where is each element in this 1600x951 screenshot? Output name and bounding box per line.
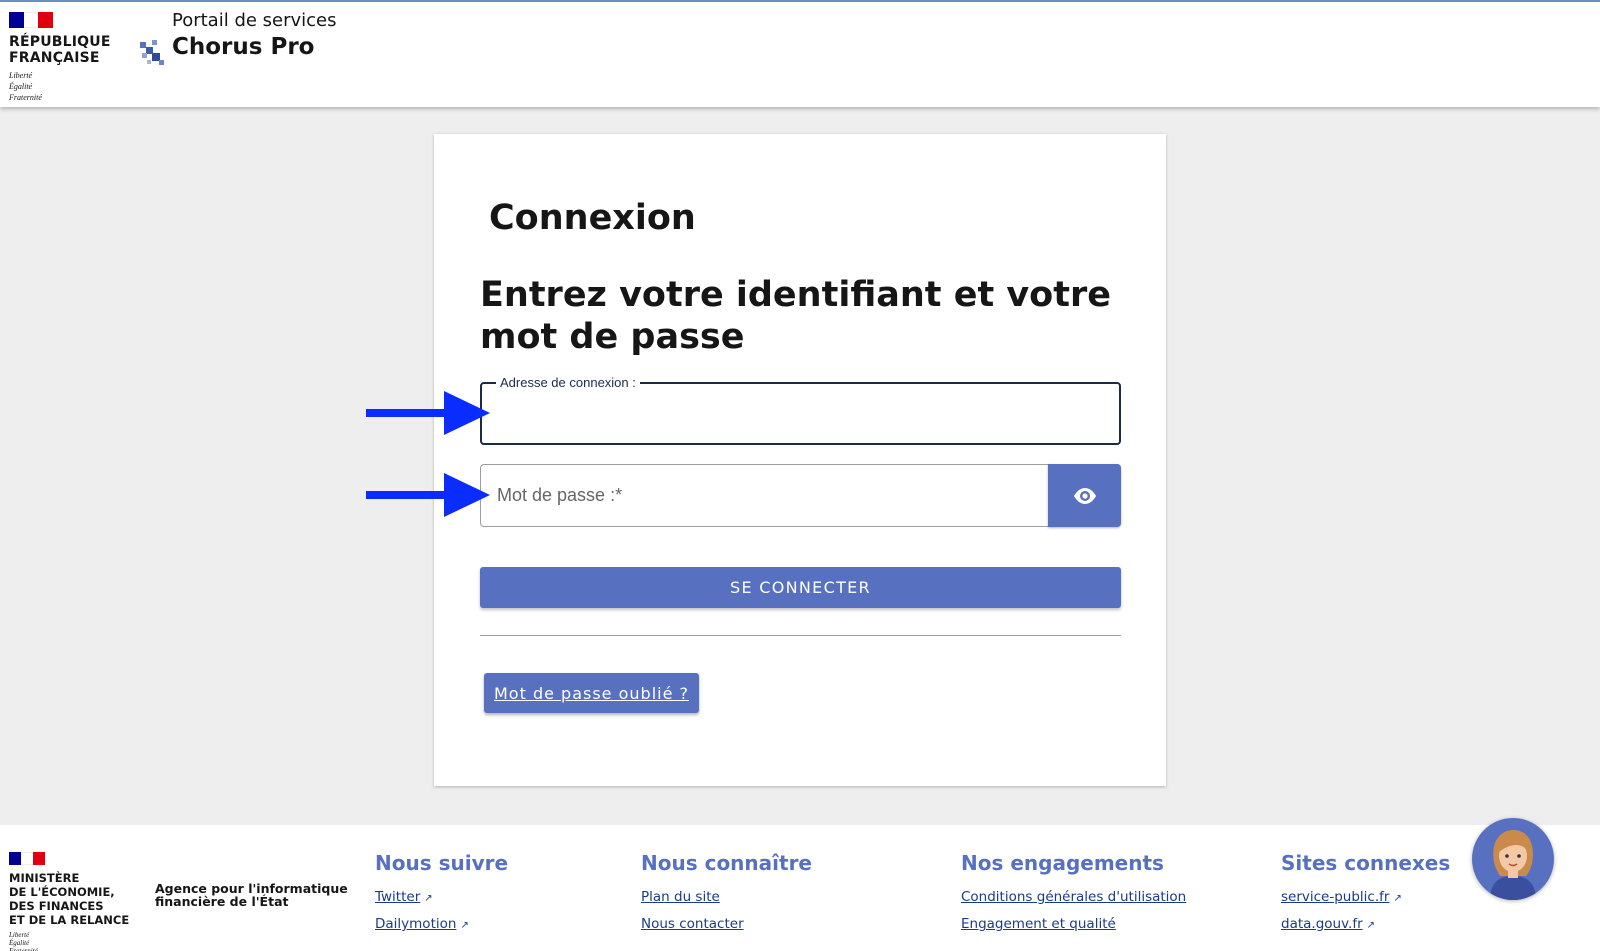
arrow-right-icon — [366, 391, 490, 435]
portal-subtitle: Portail de services — [172, 10, 337, 31]
login-address-field[interactable]: Adresse de connexion : — [480, 375, 1121, 445]
external-link-icon: ↗ — [1366, 920, 1376, 931]
external-link-icon: ↗ — [424, 893, 433, 904]
eye-icon — [1073, 487, 1096, 504]
forgot-password-button[interactable]: Mot de passe oublié ? — [484, 673, 699, 713]
login-card: Connexion Entrez votre identifiant et vo… — [434, 134, 1166, 786]
site-footer: MINISTÈRE DE L'ÉCONOMIE, DES FINANCES ET… — [0, 825, 1600, 951]
footer-link-contact[interactable]: Nous contacter — [641, 916, 812, 932]
connect-button[interactable]: SE CONNECTER — [480, 567, 1121, 608]
show-password-button[interactable] — [1048, 464, 1121, 527]
french-flag-icon — [9, 852, 45, 865]
site-header: RÉPUBLIQUE FRANÇAISE Liberté Égalité Fra… — [0, 0, 1600, 107]
republique-francaise-logo[interactable]: RÉPUBLIQUE FRANÇAISE Liberté Égalité Fra… — [9, 12, 119, 103]
password-field[interactable] — [480, 464, 1121, 527]
footer-link-sitemap[interactable]: Plan du site — [641, 889, 812, 905]
agency-name: Agence pour l'informatique financière de… — [155, 881, 348, 909]
external-link-icon: ↗ — [1393, 893, 1402, 904]
footer-column-follow: Nous suivre Twitter ↗ Dailymotion ↗ — [375, 851, 508, 943]
password-input[interactable] — [481, 465, 1051, 526]
devise: Liberté Égalité Fraternité — [9, 71, 42, 102]
portal-title: Chorus Pro — [172, 34, 315, 60]
footer-column-title: Sites connexes — [1281, 851, 1451, 875]
footer-link-cgu[interactable]: Conditions générales d'utilisation — [961, 889, 1186, 905]
devise: Liberté Égalité Fraternité — [9, 931, 38, 951]
assistant-avatar-icon — [1490, 830, 1536, 900]
footer-column-related: Sites connexes service-public.fr ↗ data.g… — [1281, 851, 1450, 943]
footer-column-title: Nous suivre — [375, 851, 509, 875]
login-address-input[interactable] — [482, 384, 1119, 443]
divider — [480, 635, 1121, 636]
ministere-name: MINISTÈRE DE L'ÉCONOMIE, DES FINANCES ET… — [9, 871, 130, 927]
french-flag-icon — [9, 12, 53, 28]
footer-column-title: Nous connaître — [641, 851, 812, 875]
external-link-icon: ↗ — [460, 920, 469, 931]
ministere-logo[interactable]: MINISTÈRE DE L'ÉCONOMIE, DES FINANCES ET… — [9, 852, 149, 951]
footer-link-twitter[interactable]: Twitter ↗ — [375, 889, 508, 905]
login-instruction: Entrez votre identifiant et votre mot de… — [480, 275, 1111, 357]
footer-link-data-gouv[interactable]: data.gouv.fr ↗ — [1281, 916, 1450, 932]
assistant-avatar[interactable] — [1472, 818, 1554, 900]
footer-column-about: Nous connaître Plan du site Nous contact… — [641, 851, 812, 943]
page-title: Connexion — [489, 198, 696, 238]
footer-link-service-public[interactable]: service-public.fr ↗ — [1281, 889, 1450, 905]
arrow-right-icon — [366, 473, 490, 517]
footer-column-title: Nos engagements — [961, 851, 1164, 875]
chorus-pro-logo — [140, 40, 164, 65]
footer-column-commitments: Nos engagements Conditions générales d'u… — [961, 851, 1186, 943]
republique-name: RÉPUBLIQUE FRANÇAISE — [9, 34, 111, 66]
footer-link-dailymotion[interactable]: Dailymotion ↗ — [375, 916, 508, 932]
footer-link-quality[interactable]: Engagement et qualité — [961, 916, 1186, 932]
